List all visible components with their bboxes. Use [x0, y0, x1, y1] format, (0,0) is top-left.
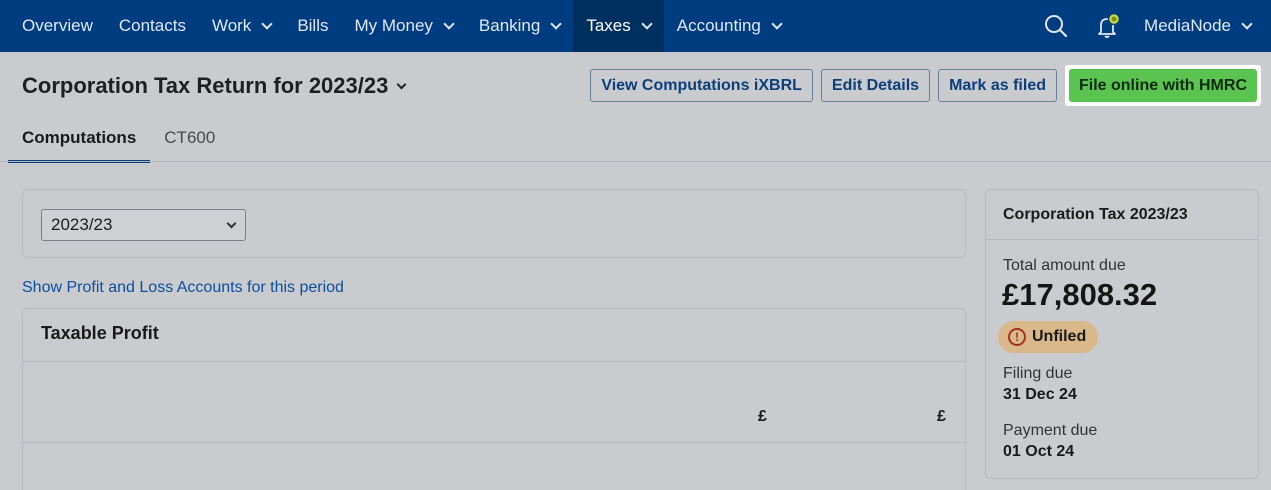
- nav-item-taxes[interactable]: Taxes: [573, 0, 664, 52]
- nav-item-label: Contacts: [118, 16, 186, 35]
- nav-item-label: My Money: [354, 16, 433, 35]
- edit-details-button[interactable]: Edit Details: [820, 69, 931, 102]
- warning-icon: !: [1008, 328, 1026, 346]
- nav-item-banking[interactable]: Banking: [466, 0, 573, 52]
- show-pl-link[interactable]: Show Profit and Loss Accounts for this p…: [22, 279, 344, 297]
- nav-item-label: Overview: [22, 16, 93, 35]
- nav-item-bills[interactable]: Bills: [284, 0, 341, 52]
- summary-title: Corporation Tax 2023/23: [1003, 206, 1188, 223]
- nav-item-accounting[interactable]: Accounting: [664, 0, 794, 52]
- top-nav: Overview Contacts Work Bills My Money Ba…: [0, 0, 1271, 52]
- nav-right: MediaNode: [1030, 0, 1271, 52]
- card-divider: [986, 239, 1258, 240]
- tab-divider: [0, 161, 1271, 162]
- chevron-down-icon: [443, 17, 455, 30]
- chevron-down-icon: [550, 17, 563, 30]
- nav-item-label: Accounting: [676, 16, 761, 35]
- status-badge-label: Unfiled: [1032, 328, 1087, 345]
- period-panel: 2023/23: [22, 189, 966, 258]
- period-select[interactable]: 2023/23: [41, 209, 246, 241]
- nav-item-label: Taxes: [586, 16, 631, 35]
- card-divider: [23, 361, 965, 362]
- header-actions: View Computations iXBRL Edit Details Mar…: [590, 65, 1261, 106]
- chevron-down-icon: [261, 17, 273, 30]
- status-badge: ! Unfiled: [998, 321, 1099, 353]
- card-divider: [23, 442, 965, 443]
- payment-due-value: 01 Oct 24: [1003, 443, 1075, 460]
- tab-ct600[interactable]: CT600: [150, 122, 229, 163]
- file-online-highlight: File online with HMRC: [1065, 65, 1261, 106]
- taxable-profit-title: Taxable Profit: [41, 323, 159, 343]
- currency-header: £: [758, 408, 767, 425]
- tab-computations[interactable]: Computations: [8, 122, 151, 163]
- search-icon[interactable]: [1030, 0, 1082, 52]
- nav-item-label: Work: [211, 16, 252, 35]
- filing-due-value: 31 Dec 24: [1003, 386, 1077, 403]
- nav-item-overview[interactable]: Overview: [0, 0, 106, 52]
- nav-item-work[interactable]: Work: [199, 0, 284, 52]
- nav-item-label: Banking: [478, 16, 541, 35]
- total-due-label: Total amount due: [1003, 257, 1126, 274]
- chevron-down-icon: [641, 17, 653, 30]
- page-title[interactable]: Corporation Tax Return for 2023/23: [22, 73, 407, 99]
- nav-item-label: Bills: [297, 16, 329, 35]
- account-label: MediaNode: [1144, 16, 1231, 35]
- nav-item-contacts[interactable]: Contacts: [106, 0, 199, 52]
- currency-header: £: [937, 408, 946, 425]
- file-online-button[interactable]: File online with HMRC: [1069, 69, 1257, 102]
- account-menu[interactable]: MediaNode: [1134, 16, 1271, 36]
- filing-due-label: Filing due: [1003, 365, 1073, 382]
- tab-bar: Computations CT600: [8, 122, 229, 163]
- tax-summary-card: Corporation Tax 2023/23 Total amount due…: [985, 189, 1259, 479]
- page-title-text: Corporation Tax Return for 2023/23: [22, 73, 389, 98]
- chevron-down-icon: [771, 17, 783, 30]
- payment-due-label: Payment due: [1003, 422, 1098, 439]
- view-computations-button[interactable]: View Computations iXBRL: [590, 69, 813, 102]
- nav-item-my-money[interactable]: My Money: [341, 0, 465, 52]
- period-select-value: 2023/23: [51, 215, 113, 234]
- mark-as-filed-button[interactable]: Mark as filed: [938, 69, 1057, 102]
- bell-icon[interactable]: [1082, 0, 1134, 52]
- chevron-down-icon: [1241, 17, 1253, 30]
- chevron-down-icon: [396, 79, 407, 90]
- total-due-value: £17,808.32: [1002, 277, 1158, 312]
- chevron-down-icon: [226, 218, 237, 229]
- taxable-profit-card: Taxable Profit £ £: [22, 308, 966, 490]
